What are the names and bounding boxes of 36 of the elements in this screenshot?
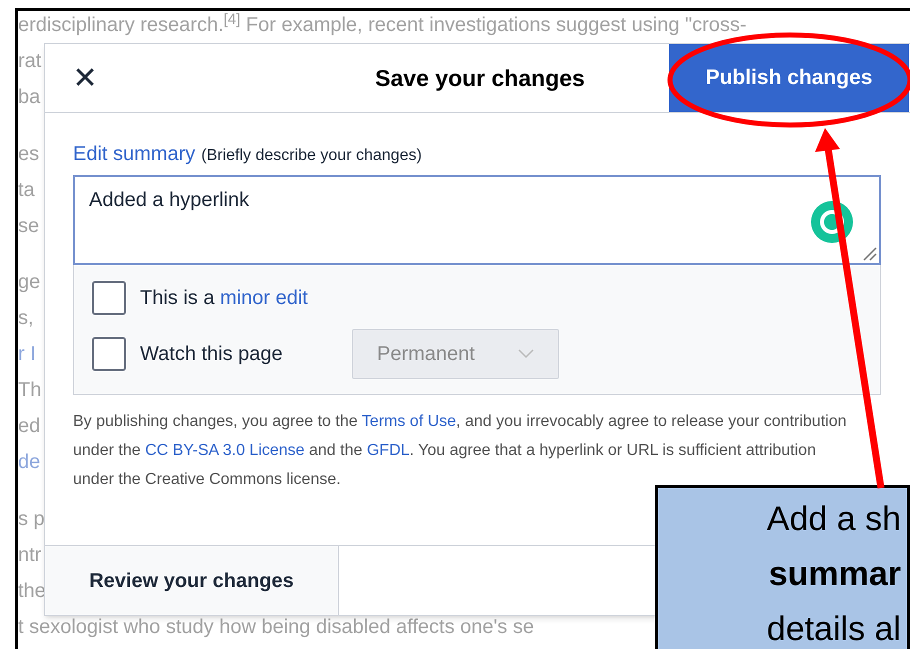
- article-text: ba: [18, 85, 40, 110]
- legal-link[interactable]: GFDL: [366, 442, 410, 459]
- legal-link[interactable]: CC BY-SA 3.0 License: [145, 442, 305, 459]
- edit-summary-link[interactable]: Edit summary: [73, 139, 196, 169]
- article-text: t sexologist who study how being disabled affects one's se: [18, 614, 534, 640]
- checkbox[interactable]: [92, 281, 126, 315]
- callout-text: Add a sh: [766, 499, 901, 540]
- chevron-down-icon: [518, 349, 534, 359]
- summary-hint: (Briefly describe your changes): [201, 146, 422, 166]
- summary-field[interactable]: Added a hyperlink: [73, 175, 881, 265]
- article-text: ge: [18, 270, 40, 296]
- article-text: s,: [18, 306, 34, 332]
- dialog-title: Save your changes: [374, 64, 586, 93]
- article-text: the: [18, 578, 46, 604]
- legal-link[interactable]: Terms of Use: [362, 413, 456, 430]
- article-text: ta: [18, 178, 35, 203]
- publish-changes-button[interactable]: Publish changes: [669, 44, 909, 112]
- checkbox[interactable]: [92, 337, 126, 371]
- article-text: ed: [18, 414, 40, 440]
- review-changes-button[interactable]: Review your changes: [45, 546, 339, 615]
- license-notice: By publishing changes, you agree to the Terms of Use, and you irrevocably agree to release your contribution under the CC BY-SA 3.0 License and the GFDL. You agree that a hyperlink or URL is sufficient attribution under the Creative Commons license.: [73, 412, 848, 490]
- summary-text: Added a hyperlink: [89, 189, 250, 211]
- article-text: ntr: [18, 542, 42, 568]
- grammar-checker-icon[interactable]: [811, 201, 853, 243]
- minor-edit-link[interactable]: minor edit: [220, 287, 308, 309]
- checkbox-label: This is a minor edit: [140, 286, 308, 311]
- article-text: Th: [18, 378, 42, 404]
- article-text: se: [18, 214, 40, 239]
- article-text: erdisciplinary research.$^{[4]}$ For example, recent investigations suggest using "cross-: [18, 11, 747, 38]
- article-text: es: [18, 142, 40, 167]
- article-text: rat: [18, 49, 42, 74]
- checkbox-label: Watch this page: [140, 342, 284, 367]
- callout-text: details al: [766, 609, 901, 649]
- callout-text: summar: [768, 554, 901, 595]
- article-text: s p: [18, 506, 45, 532]
- close-button[interactable]: ✕: [45, 44, 125, 112]
